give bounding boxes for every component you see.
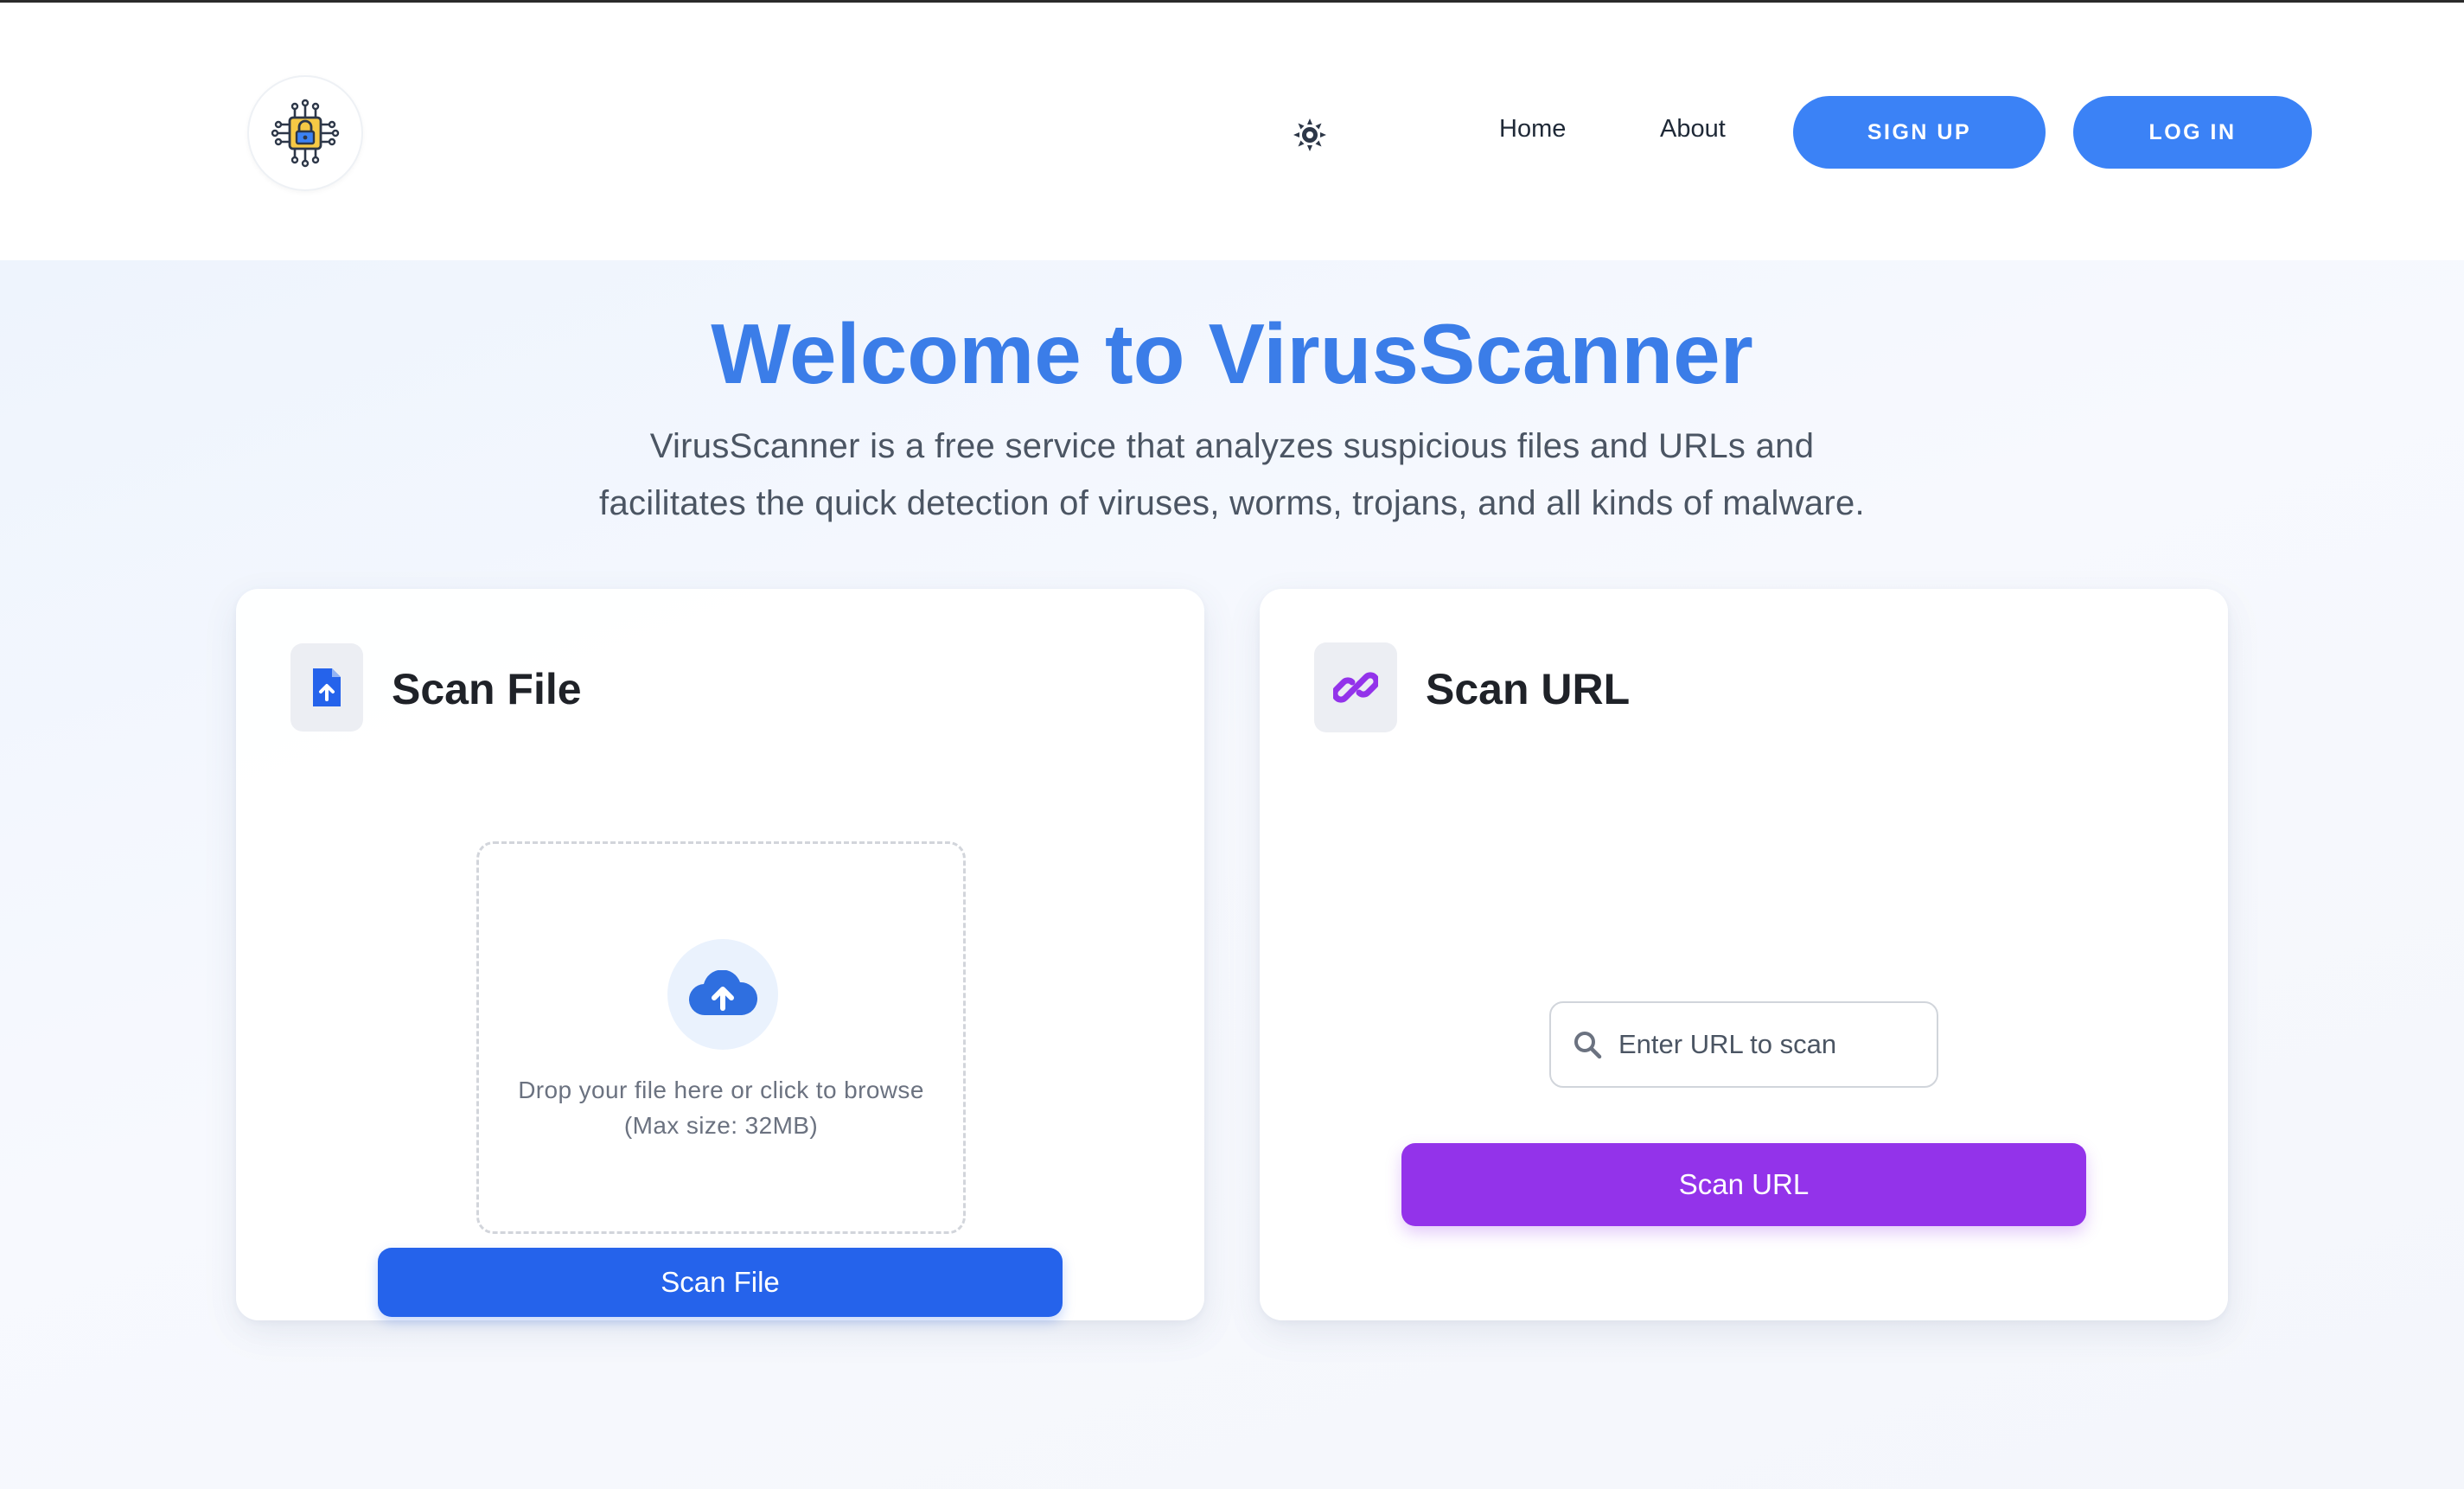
nav-about-link[interactable]: About: [1660, 115, 1726, 144]
scan-file-card: Scan File Drop your file here or click t…: [236, 589, 1204, 1320]
logo[interactable]: [247, 75, 363, 191]
log-in-button[interactable]: LOG IN: [2073, 96, 2312, 169]
file-upload-icon: [313, 668, 341, 706]
dropzone-instructions: Drop your file here or click to browse (…: [479, 1072, 963, 1143]
hero-section: Welcome to VirusScanner VirusScanner is …: [0, 260, 2464, 1489]
scan-file-title: Scan File: [392, 665, 582, 713]
file-upload-icon-badge: [290, 643, 363, 732]
dropzone-hint: Drop your file here or click to browse: [518, 1077, 924, 1103]
url-input[interactable]: [1618, 1029, 1912, 1060]
hero-description-line-2: facilitates the quick detection of virus…: [599, 484, 1865, 522]
search-icon: [1572, 1029, 1603, 1060]
cloud-upload-icon-badge: [667, 939, 778, 1050]
url-input-container[interactable]: [1549, 1001, 1938, 1088]
scan-url-card: Scan URL Scan URL: [1260, 589, 2228, 1320]
nav-home-link[interactable]: Home: [1499, 115, 1566, 144]
circuit-lock-icon: [271, 99, 340, 168]
navbar: Home About SIGN UP LOG IN: [0, 3, 2464, 260]
link-icon-badge: [1314, 642, 1397, 732]
scan-file-button[interactable]: Scan File: [378, 1248, 1063, 1317]
sun-icon: [1293, 118, 1326, 151]
theme-toggle[interactable]: [1286, 112, 1333, 158]
sign-up-button[interactable]: SIGN UP: [1793, 96, 2046, 169]
page-title: Welcome to VirusScanner: [711, 306, 1753, 401]
hero-description: VirusScanner is a free service that anal…: [497, 418, 1967, 532]
cloud-upload-icon: [688, 970, 757, 1016]
scan-url-title: Scan URL: [1426, 665, 1631, 713]
file-dropzone[interactable]: Drop your file here or click to browse (…: [476, 841, 966, 1234]
link-icon: [1333, 672, 1378, 703]
scan-url-button[interactable]: Scan URL: [1401, 1143, 2086, 1226]
hero-description-line-1: VirusScanner is a free service that anal…: [649, 427, 1815, 465]
max-size-note: (Max size: 32MB): [623, 1112, 819, 1139]
